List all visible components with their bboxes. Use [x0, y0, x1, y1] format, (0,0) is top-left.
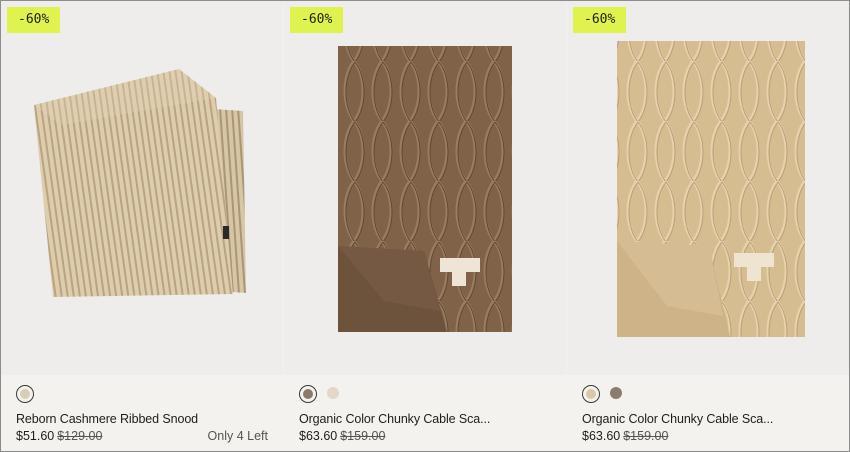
price: $63.60 $159.00 [582, 429, 668, 443]
price: $51.60 $129.00 [16, 429, 102, 443]
product-card[interactable]: -60% Reborn Cashmere Ribbed Snood $51.60… [1, 1, 283, 451]
color-swatch[interactable] [299, 385, 317, 403]
cable-scarf-beige-image [617, 41, 805, 337]
color-swatch[interactable] [16, 385, 34, 403]
color-swatches [582, 385, 626, 403]
discount-badge: -60% [573, 7, 627, 33]
original-price: $129.00 [57, 429, 103, 443]
sale-price: $63.60 [582, 429, 621, 443]
original-price: $159.00 [340, 429, 386, 443]
stock-note: Only 4 Left [207, 429, 268, 443]
product-image[interactable] [1, 1, 283, 375]
cable-scarf-brown-image [338, 46, 512, 332]
color-swatches [299, 385, 343, 403]
discount-badge: -60% [290, 7, 344, 33]
sale-price: $51.60 [16, 429, 55, 443]
sale-price: $63.60 [299, 429, 338, 443]
color-swatch[interactable] [582, 385, 600, 403]
discount-badge: -60% [7, 7, 61, 33]
product-card[interactable]: -60% Organic Color Chunky Cable Sca... $… [567, 1, 849, 451]
color-swatch[interactable] [608, 385, 626, 403]
color-swatches [16, 385, 34, 403]
product-name[interactable]: Organic Color Chunky Cable Sca... [582, 412, 773, 426]
product-image[interactable] [567, 1, 849, 375]
product-name[interactable]: Reborn Cashmere Ribbed Snood [16, 412, 198, 426]
ribbed-snood-image [34, 69, 246, 297]
product-name[interactable]: Organic Color Chunky Cable Sca... [299, 412, 490, 426]
price: $63.60 $159.00 [299, 429, 385, 443]
original-price: $159.00 [623, 429, 669, 443]
product-image[interactable] [284, 1, 566, 375]
product-card[interactable]: -60% Organic Color Chunky Cable Sca... $… [284, 1, 566, 451]
color-swatch[interactable] [325, 385, 343, 403]
